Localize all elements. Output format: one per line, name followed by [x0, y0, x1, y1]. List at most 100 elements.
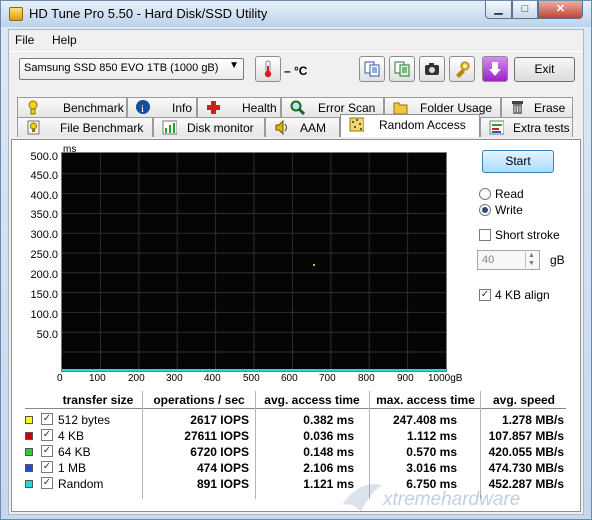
menu-bar: File Help [9, 30, 583, 50]
max-access-value: 247.408 ms [392, 413, 457, 427]
operations-value: 891 IOPS [196, 477, 249, 491]
short-stroke-value: 40 [482, 254, 495, 266]
tab-extra-tests[interactable]: Extra tests [480, 117, 573, 137]
copy-all-button[interactable] [389, 56, 415, 82]
operations-value: 2617 IOPS [190, 413, 249, 427]
tab-random-access[interactable]: Random Access [340, 114, 480, 137]
title-bar[interactable]: HD Tune Pro 5.50 - Hard Disk/SSD Utility… [1, 1, 591, 27]
short-stroke-spinner[interactable]: 40 ▲ ▼ [477, 250, 540, 270]
tab-folder-usage-label: Folder Usage [420, 101, 493, 115]
x-tick-100: 100 [89, 373, 106, 384]
health-icon [207, 101, 220, 114]
x-tick-200: 200 [128, 373, 145, 384]
watermark: xtremehardware [335, 472, 565, 520]
series-color-swatch [25, 480, 33, 488]
table-row: ✓ 4 KB 27611 IOPS 0.036 ms 1.112 ms 107.… [24, 428, 568, 444]
row-checkbox[interactable]: ✓ [41, 445, 53, 457]
y-tick-400: 400.0 [30, 190, 58, 202]
tab-erase[interactable]: Erase [501, 97, 573, 117]
read-label: Read [495, 187, 524, 201]
x-tick-300: 300 [166, 373, 183, 384]
error-scan-icon [290, 100, 305, 115]
tab-disk-monitor-label: Disk monitor [187, 121, 254, 135]
menu-help[interactable]: Help [52, 33, 77, 47]
avg-access-value: 0.036 ms [303, 429, 354, 443]
x-tick-1000gb: 1000gB [428, 373, 463, 384]
drive-select[interactable]: Samsung SSD 850 EVO 1TB (1000 gB) ▼ [19, 58, 244, 80]
write-radio[interactable] [479, 204, 491, 216]
benchmark-icon [28, 100, 38, 115]
row-checkbox[interactable]: ✓ [41, 461, 53, 473]
plot-grid [62, 153, 446, 371]
tab-health[interactable]: Health [197, 97, 281, 117]
transfer-size: 64 KB [58, 445, 91, 459]
tab-error-scan-label: Error Scan [318, 101, 376, 115]
x-tick-800: 800 [358, 373, 375, 384]
watermark-text: xtremehardware [383, 489, 521, 510]
tab-benchmark[interactable]: Benchmark [17, 97, 127, 117]
row-checkbox[interactable]: ✓ [41, 429, 53, 441]
operations-value: 6720 IOPS [190, 445, 249, 459]
fly-icon [342, 484, 382, 512]
tab-aam[interactable]: AAM [265, 117, 340, 137]
y-tick-250: 250.0 [30, 249, 58, 261]
avg-speed-value: 1.278 MB/s [501, 413, 564, 427]
access-time-outlier-point [313, 264, 315, 266]
row-checkbox[interactable]: ✓ [41, 477, 53, 489]
minimize-button[interactable]: ▁ [485, 1, 512, 19]
tab-info-label: Info [172, 101, 193, 115]
start-button[interactable]: Start [482, 150, 554, 173]
screenshot-button[interactable] [419, 56, 445, 82]
close-button[interactable]: ✕ [538, 1, 583, 19]
speaker-icon [275, 120, 287, 135]
tab-aam-label: AAM [300, 121, 327, 135]
transfer-size: 512 bytes [58, 413, 111, 427]
options-button[interactable] [449, 56, 475, 82]
y-tick-300: 300.0 [30, 229, 58, 241]
copy-text-button[interactable] [359, 56, 385, 82]
column-operations: operations / sec [153, 393, 245, 407]
spinner-arrows-icon[interactable]: ▲ ▼ [525, 252, 537, 268]
tab-disk-monitor[interactable]: Disk monitor [153, 117, 265, 137]
row-checkbox[interactable]: ✓ [41, 413, 53, 425]
thermometer-button[interactable] [255, 56, 281, 82]
short-stroke-checkbox[interactable] [479, 229, 491, 241]
x-tick-900: 900 [397, 373, 414, 384]
avg-speed-value: 420.055 MB/s [488, 445, 564, 459]
max-access-value: 0.570 ms [406, 445, 457, 459]
x-tick-400: 400 [204, 373, 221, 384]
client-area: File Help Samsung SSD 850 EVO 1TB (1000 … [8, 29, 584, 515]
4kb-align-label: 4 KB align [495, 288, 550, 302]
read-radio[interactable] [479, 188, 491, 200]
tab-info[interactable]: i Info [127, 97, 197, 117]
window-title: HD Tune Pro 5.50 - Hard Disk/SSD Utility [29, 6, 268, 21]
avg-speed-value: 107.857 MB/s [488, 429, 564, 443]
disk-monitor-icon [162, 120, 177, 135]
app-window: HD Tune Pro 5.50 - Hard Disk/SSD Utility… [0, 0, 592, 520]
y-tick-450: 450.0 [30, 170, 58, 182]
download-arrow-icon [489, 62, 501, 76]
save-button[interactable] [482, 56, 508, 82]
avg-access-value: 0.148 ms [303, 445, 354, 459]
tab-file-benchmark-label: File Benchmark [60, 121, 144, 135]
short-stroke-label: Short stroke [495, 228, 560, 242]
column-max-access: max. access time [376, 393, 475, 407]
exit-button[interactable]: Exit [514, 57, 575, 82]
table-row: ✓ 512 bytes 2617 IOPS 0.382 ms 247.408 m… [24, 412, 568, 428]
column-avg-speed: avg. speed [492, 393, 556, 407]
menu-file[interactable]: File [15, 33, 34, 47]
header-divider [25, 408, 566, 409]
extra-tests-icon [489, 120, 504, 135]
copy-icon [364, 61, 380, 77]
tab-file-benchmark[interactable]: File Benchmark [17, 117, 153, 137]
camera-icon [425, 63, 439, 75]
4kb-align-checkbox[interactable]: ✓ [479, 289, 491, 301]
x-tick-600: 600 [281, 373, 298, 384]
folder-icon [393, 102, 408, 115]
maximize-button[interactable]: □ [512, 1, 538, 19]
max-access-value: 1.112 ms [406, 429, 457, 443]
series-color-swatch [25, 432, 33, 440]
operations-value: 27611 IOPS [184, 429, 249, 443]
temperature-value: – °C [284, 64, 308, 78]
x-tick-700: 700 [319, 373, 336, 384]
